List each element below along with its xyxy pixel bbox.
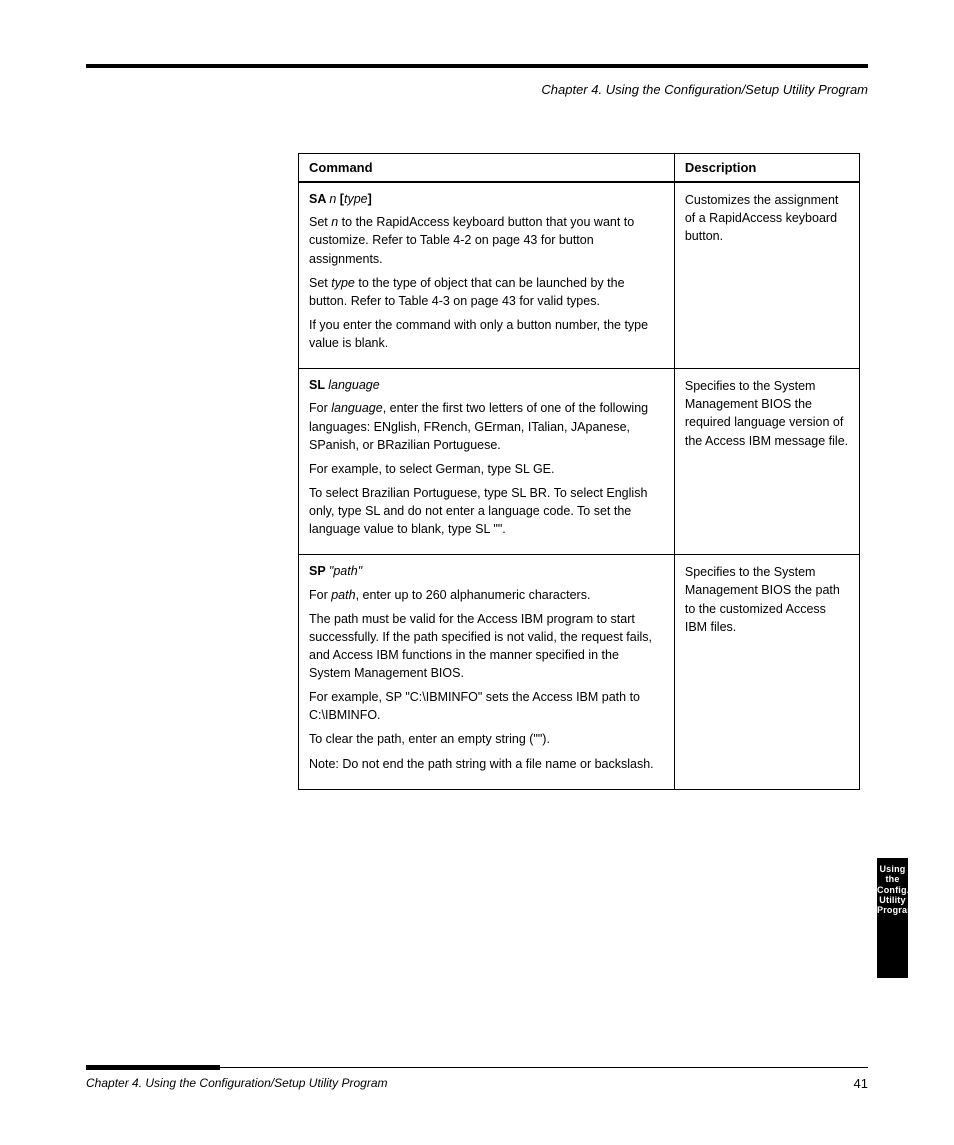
command-syntax: SA n [type] [309,191,664,207]
section-tab: Using the Config./Setup Utility Program [877,858,908,978]
command-keyword: SP [309,564,329,578]
col-header-command: Command [299,154,675,183]
header-rule [86,64,868,68]
breadcrumb: Chapter 4. Using the Configuration/Setup… [86,82,868,97]
section-tab-line: Using the [877,864,908,885]
command-explain: For path, enter up to 260 alphanumeric c… [309,586,664,773]
explain-text: To select Brazilian Portuguese, type [309,486,511,500]
cell-description: Specifies to the System Management BIOS … [674,369,859,555]
explain-keyword: SL BR [511,486,547,500]
command-syntax: SL language [309,377,664,393]
explain-text: The path must be valid for the Access IB… [309,612,652,680]
col-header-description: Description [674,154,859,183]
explain-paragraph: The path must be valid for the Access IB… [309,610,664,683]
command-syntax: SP "path" [309,563,664,579]
section-tab-line: Program [877,905,908,915]
explain-text: To clear the path, enter an empty string… [309,732,550,746]
command-keyword: SL [309,378,328,392]
section-tab-line: Utility [877,895,908,905]
explain-text: . [502,522,505,536]
page-footer: Chapter 4. Using the Configuration/Setup… [86,1065,868,1091]
explain-text: For example, [309,690,385,704]
explain-text: . [551,462,554,476]
command-var: type [344,192,368,206]
explain-paragraph: For path, enter up to 260 alphanumeric c… [309,586,664,604]
table-header-row: Command Description [299,154,860,183]
cell-command: SA n [type] Set n to the RapidAccess keyb… [299,182,675,369]
table-row: SL languageFor language, enter the first… [299,369,860,555]
explain-text: to the type of object that can be launch… [309,276,625,308]
explain-paragraph: For example, to select German, type SL G… [309,460,664,478]
explain-keyword: SL [365,504,380,518]
explain-text: For example, to select German, type [309,462,515,476]
cell-description: Specifies to the System Management BIOS … [674,555,859,789]
cell-command: SP "path" For path, enter up to 260 alpha… [299,555,675,789]
explain-var: path [331,588,355,602]
command-keyword: SA [309,192,329,206]
explain-text: to the RapidAccess keyboard button that … [309,215,634,265]
explain-paragraph: Note: Do not end the path string with a … [309,755,664,773]
command-keyword: [ [336,192,344,206]
explain-paragraph: Set n to the RapidAccess keyboard button… [309,213,664,267]
explain-paragraph: Set type to the type of object that can … [309,274,664,310]
explain-keyword: SP "C:\IBMINFO" [385,690,482,704]
commands-table: Command Description SA n [type] Set n to … [298,153,860,790]
command-var: "path" [329,564,362,578]
command-keyword: ] [368,192,372,206]
explain-paragraph: To select Brazilian Portuguese, type SL … [309,484,664,538]
explain-text: , enter up to 260 alphanumeric character… [356,588,591,602]
footer-rule [86,1065,868,1070]
explain-text: For [309,401,331,415]
explain-text: If you enter the command with only a but… [309,318,648,350]
command-explain: Set n to the RapidAccess keyboard button… [309,213,664,352]
cell-command: SL languageFor language, enter the first… [299,369,675,555]
explain-paragraph: If you enter the command with only a but… [309,316,664,352]
explain-text: For [309,588,331,602]
explain-keyword: SL GE [515,462,551,476]
explain-text: Do not end the path string with a file n… [342,757,653,771]
explain-paragraph: For example, SP "C:\IBMINFO" sets the Ac… [309,688,664,724]
table-row: SA n [type] Set n to the RapidAccess keyb… [299,182,860,369]
explain-keyword: SL "" [475,522,502,536]
command-var: language [328,378,379,392]
explain-paragraph: For language, enter the first two letter… [309,399,664,453]
explain-paragraph: To clear the path, enter an empty string… [309,730,664,748]
footer-chapter: Chapter 4. Using the Configuration/Setup… [86,1076,387,1091]
cell-description: Customizes the assignment of a RapidAcce… [674,182,859,369]
explain-var: language [331,401,382,415]
footer-page-number: 41 [854,1076,868,1091]
footer-line [220,1067,868,1068]
explain-var: type [331,276,355,290]
explain-text: Set [309,215,331,229]
explain-keyword: Note: [309,757,342,771]
explain-text: Set [309,276,331,290]
section-tab-line: Config./Setup [877,885,908,895]
footer-bar [86,1065,220,1070]
table-row: SP "path" For path, enter up to 260 alpha… [299,555,860,789]
commands-table-wrap: Table 4-1. Configuration/Setup Utility P… [298,131,860,790]
command-explain: For language, enter the first two letter… [309,399,664,538]
